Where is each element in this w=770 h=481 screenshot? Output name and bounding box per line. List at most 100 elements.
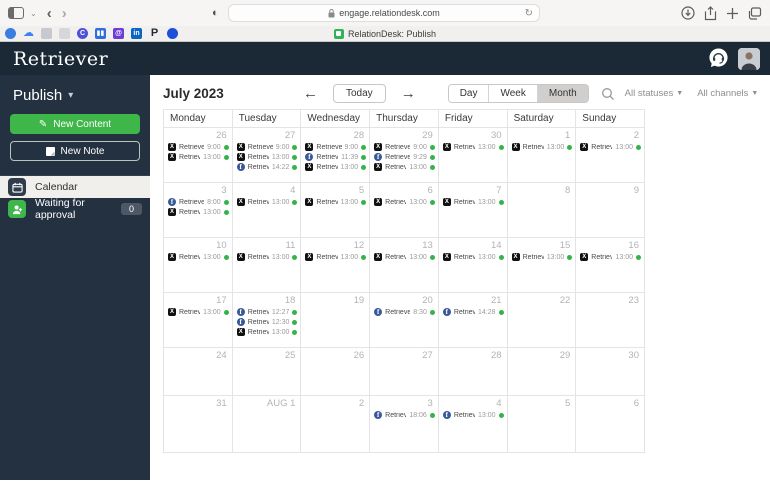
calendar-event[interactable]: fRetriever ...12:27 [233, 307, 301, 317]
at-app-favicon[interactable]: @ [113, 28, 124, 39]
clock-app-favicon[interactable] [41, 28, 52, 39]
calendar-day-cell[interactable]: 16XRetriever ...13:00 [576, 238, 645, 293]
view-month-button[interactable]: Month [536, 85, 588, 102]
calendar-day-cell[interactable]: 6XRetriever ...13:00 [370, 183, 439, 238]
calendar-day-cell[interactable]: 25 [232, 348, 302, 396]
reload-icon[interactable]: ↻ [525, 8, 533, 19]
calendar-event[interactable]: fRetriever ...9:29 [370, 152, 438, 162]
new-content-button[interactable]: ✎ New Content [10, 114, 140, 134]
calendar-day-cell[interactable]: 27XRetriever ...9:00XRetriever ...13:00f… [232, 128, 302, 183]
pinwheel-favicon[interactable] [5, 28, 16, 39]
calendar-day-cell[interactable]: 5 [507, 396, 577, 453]
calendar-event[interactable]: XRetriever ...13:00 [233, 327, 301, 337]
calendar-day-cell[interactable]: 23 [576, 293, 645, 348]
cloud-favicon[interactable]: ☁ [23, 28, 34, 39]
calendar-event[interactable]: XRetriever ...13:00 [576, 252, 644, 262]
calendar-day-cell[interactable]: 12XRetriever ...13:00 [301, 238, 371, 293]
calendar-day-cell[interactable]: 3fRetriever ...18:06 [370, 396, 439, 453]
calendar-event[interactable]: fRetriever ...12:30 [233, 317, 301, 327]
calendar-event[interactable]: XRetriever ...9:00 [301, 142, 369, 152]
next-month-button[interactable]: → [401, 86, 416, 101]
calendar-day-cell[interactable]: 19 [301, 293, 371, 348]
calendar-day-cell[interactable]: 7XRetriever ...13:00 [438, 183, 508, 238]
back-button[interactable]: ‹ [47, 6, 52, 21]
calendar-event[interactable]: fRetriever ...14:22 [233, 162, 301, 172]
calendar-day-cell[interactable]: 21fRetriever ...14:28 [438, 293, 508, 348]
calendar-event[interactable]: fRetriever ...8:30 [370, 307, 438, 317]
calendar-event[interactable]: XRetriever ...13:00 [370, 197, 438, 207]
calendar-event[interactable]: fRetriever ...8:00 [164, 197, 232, 207]
calendar-day-cell[interactable]: 10XRetriever ...13:00 [164, 238, 233, 293]
c-app-favicon[interactable]: C [77, 28, 88, 39]
calendar-day-cell[interactable]: 8 [507, 183, 577, 238]
today-button[interactable]: Today [333, 84, 386, 103]
calendar-day-cell[interactable]: 29 [507, 348, 577, 396]
calendar-day-cell[interactable]: 26XRetriever ...9:00XRetriever ...13:00 [164, 128, 233, 183]
calendar-day-cell[interactable]: 3fRetriever ...8:00XRetriever ...13:00 [164, 183, 233, 238]
calendar-event[interactable]: XRetriever ...13:00 [233, 197, 301, 207]
calendar-day-cell[interactable]: 27 [370, 348, 439, 396]
calendar-event[interactable]: XRetriever ...13:00 [233, 252, 301, 262]
search-button[interactable] [601, 87, 615, 101]
calendar-day-cell[interactable]: 31 [164, 396, 233, 453]
calendar-day-cell[interactable]: 20fRetriever ...8:30 [370, 293, 439, 348]
p-letter-favicon[interactable]: P [149, 28, 160, 39]
calendar-day-cell[interactable]: 2 [301, 396, 371, 453]
calendar-day-cell[interactable]: 14XRetriever ...13:00 [438, 238, 508, 293]
calendar-day-cell[interactable]: 22 [507, 293, 577, 348]
calendar-event[interactable]: fRetriever ...13:00 [439, 410, 507, 420]
prev-month-button[interactable]: ← [303, 86, 318, 101]
share-icon[interactable] [704, 5, 717, 21]
calendar-day-cell[interactable]: 18fRetriever ...12:27fRetriever ...12:30… [232, 293, 302, 348]
calendar-event[interactable]: XRetriever ...9:00 [370, 142, 438, 152]
active-tab[interactable]: RelationDesk: Publish [333, 28, 436, 39]
calendar-day-cell[interactable]: 2XRetriever ...13:00 [576, 128, 645, 183]
status-filter-dropdown[interactable]: All statuses ▼ [625, 88, 684, 99]
calendar-event[interactable]: fRetriever ...14:28 [439, 307, 507, 317]
calendar-event[interactable]: XRetriever ...13:00 [164, 152, 232, 162]
calendar-day-cell[interactable]: 15XRetriever ...13:00 [507, 238, 577, 293]
calendar-event[interactable]: XRetriever ...13:00 [301, 162, 369, 172]
sidebar-toggle-icon[interactable] [8, 7, 24, 19]
sidebar-chevron-icon[interactable]: ⌄ [30, 9, 37, 18]
boards-app-favicon[interactable]: ▮▮ [95, 28, 106, 39]
forward-button[interactable]: › [62, 6, 67, 21]
calendar-event[interactable]: XRetriever ...13:00 [370, 162, 438, 172]
calendar-day-cell[interactable]: 28 [438, 348, 508, 396]
calendar-event[interactable]: XRetriever ...13:00 [301, 252, 369, 262]
linkedin-favicon[interactable]: in [131, 28, 142, 39]
view-week-button[interactable]: Week [488, 85, 537, 102]
calendar-day-cell[interactable]: 30XRetriever ...13:00 [438, 128, 508, 183]
calendar-event[interactable]: XRetriever ...13:00 [439, 142, 507, 152]
calendar-event[interactable]: XRetriever ...9:00 [164, 142, 232, 152]
downloads-icon[interactable] [681, 6, 695, 20]
new-note-button[interactable]: New Note [10, 141, 140, 161]
user-avatar[interactable] [738, 47, 760, 70]
calendar-event[interactable]: XRetriever ...9:00 [233, 142, 301, 152]
calendar-day-cell[interactable]: 28XRetriever ...9:00fRetriever ...11:39X… [301, 128, 371, 183]
privacy-shield-icon[interactable]: ◐ [212, 7, 219, 19]
publish-section-toggle[interactable]: Publish ▾ [0, 75, 150, 114]
address-bar[interactable]: engage.relationdesk.com ↻ [228, 4, 540, 22]
calendar-event[interactable]: XRetriever ...13:00 [164, 252, 232, 262]
calendar-event[interactable]: XRetriever ...13:00 [439, 197, 507, 207]
sidebar-item-calendar[interactable]: Calendar [0, 176, 150, 198]
calendar-event[interactable]: XRetriever ...13:00 [508, 252, 576, 262]
calendar-day-cell[interactable]: 11XRetriever ...13:00 [232, 238, 302, 293]
sidebar-item-waiting-approval[interactable]: Waiting for approval 0 [0, 197, 150, 221]
calendar-day-cell[interactable]: 30 [576, 348, 645, 396]
blue-dot-favicon[interactable] [167, 28, 178, 39]
calendar-day-cell[interactable]: 6 [576, 396, 645, 453]
calendar-event[interactable]: XRetriever ...13:00 [164, 307, 232, 317]
view-day-button[interactable]: Day [448, 85, 489, 102]
tab-overview-icon[interactable] [748, 6, 762, 20]
calendar-day-cell[interactable]: 9 [576, 183, 645, 238]
calendar-day-cell[interactable]: 4fRetriever ...13:00 [438, 396, 508, 453]
calendar-event[interactable]: XRetriever ...13:00 [301, 197, 369, 207]
calendar-day-cell[interactable]: 5XRetriever ...13:00 [301, 183, 371, 238]
calendar-day-cell[interactable]: 13XRetriever ...13:00 [370, 238, 439, 293]
calendar-day-cell[interactable]: 29XRetriever ...9:00fRetriever ...9:29XR… [370, 128, 439, 183]
calendar-day-cell[interactable]: 17XRetriever ...13:00 [164, 293, 233, 348]
calendar-event[interactable]: XRetriever ...13:00 [370, 252, 438, 262]
support-headset-icon[interactable] [708, 48, 729, 69]
